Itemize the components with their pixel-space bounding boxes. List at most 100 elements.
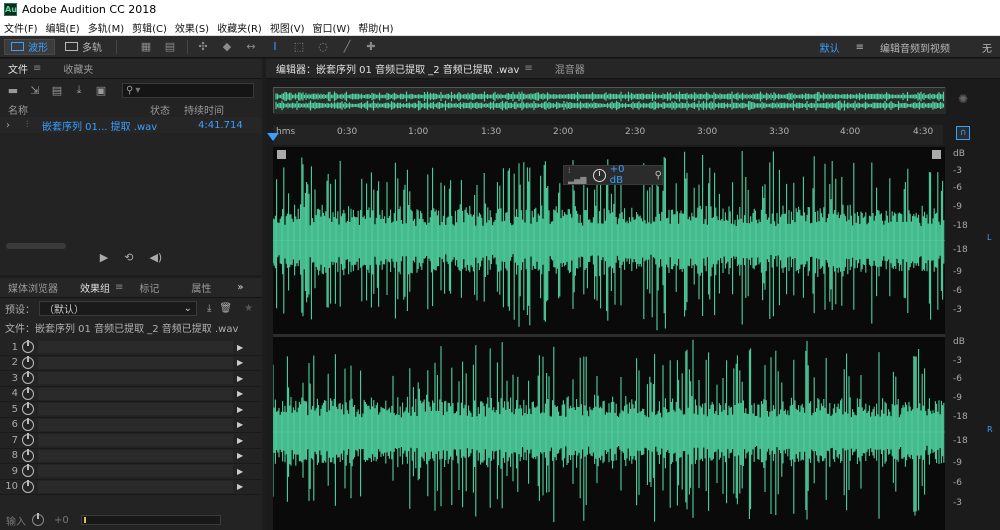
left-channel-label[interactable]: L xyxy=(987,233,993,243)
volume-hud[interactable]: ⁞▂▄▆ +0 dB ⚲ xyxy=(563,164,663,186)
spot-healing-icon[interactable]: ✚ xyxy=(362,39,380,55)
menu-favorites[interactable]: 收藏夹(R) xyxy=(213,20,266,35)
volume-knob-icon[interactable] xyxy=(592,168,606,182)
rack-slot-field[interactable] xyxy=(38,418,233,431)
menu-file[interactable]: 文件(F) xyxy=(0,20,42,35)
menu-multitrack[interactable]: 多轨(M) xyxy=(84,20,128,35)
waveform-mode-button[interactable]: 波形 xyxy=(4,38,55,55)
tab-media-browser[interactable]: 媒体浏览器 xyxy=(0,280,66,295)
menu-view[interactable]: 视图(V) xyxy=(266,20,309,35)
trash-icon[interactable]: 🗑 xyxy=(219,303,232,314)
play-arrow-icon[interactable]: ▶ xyxy=(237,451,247,460)
panel-menu-icon[interactable]: ≡ xyxy=(524,63,532,74)
multitrack-mode-button[interactable]: 多轨 xyxy=(59,39,108,55)
preset-dropdown[interactable]: （默认） ⌄ xyxy=(39,300,197,316)
fade-in-handle-icon[interactable] xyxy=(277,150,286,159)
import-icon[interactable]: ⇲ xyxy=(28,84,42,97)
menu-help[interactable]: 帮助(H) xyxy=(354,20,397,35)
overflow-chevron-icon[interactable]: » xyxy=(229,282,251,293)
rack-slot-field[interactable] xyxy=(38,480,233,493)
rack-slot[interactable]: 2 ▶ xyxy=(0,355,262,371)
workspace-default[interactable]: 默认 xyxy=(812,40,848,55)
rack-slot[interactable]: 9 ▶ xyxy=(0,464,262,480)
favorite-star-icon[interactable]: ★ xyxy=(244,303,253,314)
panel-menu-icon[interactable]: ≡ xyxy=(115,282,123,293)
file-list-item[interactable]: › ⫶ 嵌套序列 01... 提取 .wav 4:41.714 xyxy=(0,117,262,133)
headphones-icon[interactable]: ∩ xyxy=(956,126,970,140)
workspace-edit-audio-to-video[interactable]: 编辑音频到视频 xyxy=(872,40,958,55)
rack-slot-field[interactable] xyxy=(38,403,233,416)
brush-tool-icon[interactable]: ╱ xyxy=(338,39,356,55)
power-icon[interactable] xyxy=(22,340,34,354)
right-channel-label[interactable]: R xyxy=(987,425,993,435)
play-arrow-icon[interactable]: ▶ xyxy=(237,358,247,367)
column-duration[interactable]: 持续时间 xyxy=(184,102,224,117)
waveform-overview[interactable] xyxy=(273,87,946,114)
tab-properties[interactable]: 属性 xyxy=(183,280,219,295)
power-icon[interactable] xyxy=(22,464,34,478)
rack-slot-field[interactable] xyxy=(38,387,233,400)
spectral-pitch-icon[interactable]: ▤ xyxy=(161,39,179,55)
expand-chevron-icon[interactable]: › xyxy=(0,120,12,131)
new-file-icon[interactable]: ▤ xyxy=(50,84,64,97)
insert-icon[interactable]: ⤓ xyxy=(72,83,86,97)
razor-tool-icon[interactable]: ◆ xyxy=(218,39,236,55)
fade-out-handle-icon[interactable] xyxy=(932,150,941,159)
playhead-marker[interactable] xyxy=(267,133,279,141)
tab-markers[interactable]: 标记 xyxy=(131,280,167,295)
column-status[interactable]: 状态 xyxy=(150,102,184,117)
play-arrow-icon[interactable]: ▶ xyxy=(237,374,247,383)
tab-files[interactable]: 文件 ≡ xyxy=(0,61,49,76)
marquee-tool-icon[interactable]: ⬚ xyxy=(290,39,308,55)
menu-window[interactable]: 窗口(W) xyxy=(309,20,355,35)
rack-slot[interactable]: 10 ▶ xyxy=(0,479,262,495)
play-arrow-icon[interactable]: ▶ xyxy=(237,436,247,445)
zoom-navigator-icon[interactable]: ✺ xyxy=(958,92,974,108)
open-folder-icon[interactable]: ▬ xyxy=(6,84,20,97)
rack-slot[interactable]: 6 ▶ xyxy=(0,417,262,433)
power-icon[interactable] xyxy=(22,386,34,400)
rack-slot[interactable]: 8 ▶ xyxy=(0,448,262,464)
slip-tool-icon[interactable]: ↔ xyxy=(242,39,260,55)
power-icon[interactable] xyxy=(22,448,34,462)
play-arrow-icon[interactable]: ▶ xyxy=(237,467,247,476)
power-icon[interactable] xyxy=(22,433,34,447)
rack-slot[interactable]: 4 ▶ xyxy=(0,386,262,402)
tab-favorites[interactable]: 收藏夹 xyxy=(55,61,101,76)
menu-effects[interactable]: 效果(S) xyxy=(171,20,213,35)
column-name[interactable]: 名称 xyxy=(0,102,150,117)
tab-effects-rack[interactable]: 效果组 ≡ xyxy=(72,280,131,295)
input-gain-knob-icon[interactable] xyxy=(32,513,44,526)
rack-slot[interactable]: 7 ▶ xyxy=(0,433,262,449)
time-selection-tool-icon[interactable]: I xyxy=(266,39,284,55)
power-icon[interactable] xyxy=(22,479,34,493)
rack-slot-field[interactable] xyxy=(38,341,233,354)
rack-slot-field[interactable] xyxy=(38,372,233,385)
time-ruler[interactable]: hms 0:30 1:00 1:30 2:00 2:30 3:00 3:30 4… xyxy=(273,125,943,145)
play-arrow-icon[interactable]: ▶ xyxy=(237,389,247,398)
right-channel[interactable] xyxy=(273,337,945,527)
pin-icon[interactable]: ⚲ xyxy=(655,170,662,181)
loop-icon[interactable]: ⟲ xyxy=(124,251,133,269)
play-icon[interactable]: ▶ xyxy=(100,251,108,269)
play-arrow-icon[interactable]: ▶ xyxy=(237,405,247,414)
tab-mixer[interactable]: 混音器 xyxy=(547,61,593,76)
files-horizontal-scrollbar[interactable] xyxy=(6,243,66,249)
play-arrow-icon[interactable]: ▶ xyxy=(237,482,247,491)
menu-clip[interactable]: 剪辑(C) xyxy=(128,20,171,35)
workspace-menu-icon[interactable]: ≡ xyxy=(848,42,872,53)
rack-slot-field[interactable] xyxy=(38,449,233,462)
workspace-more[interactable]: 无 xyxy=(958,40,1000,55)
lasso-tool-icon[interactable]: ◌ xyxy=(314,39,332,55)
panel-menu-icon[interactable]: ≡ xyxy=(33,63,41,74)
power-icon[interactable] xyxy=(22,402,34,416)
search-input[interactable]: ⚲ ▾ xyxy=(122,82,254,98)
rack-slot-field[interactable] xyxy=(38,356,233,369)
rack-slot[interactable]: 3 ▶ xyxy=(0,371,262,387)
waveform-display[interactable] xyxy=(273,147,945,530)
save-preset-icon[interactable]: ⤓ xyxy=(207,303,211,314)
tab-editor[interactable]: 编辑器：嵌套序列 01 音频已提取 _2 音频已提取 .wav ≡ xyxy=(266,61,541,76)
menu-edit[interactable]: 编辑(E) xyxy=(42,20,84,35)
play-arrow-icon[interactable]: ▶ xyxy=(237,343,247,352)
delete-icon[interactable]: ▣ xyxy=(94,84,108,97)
